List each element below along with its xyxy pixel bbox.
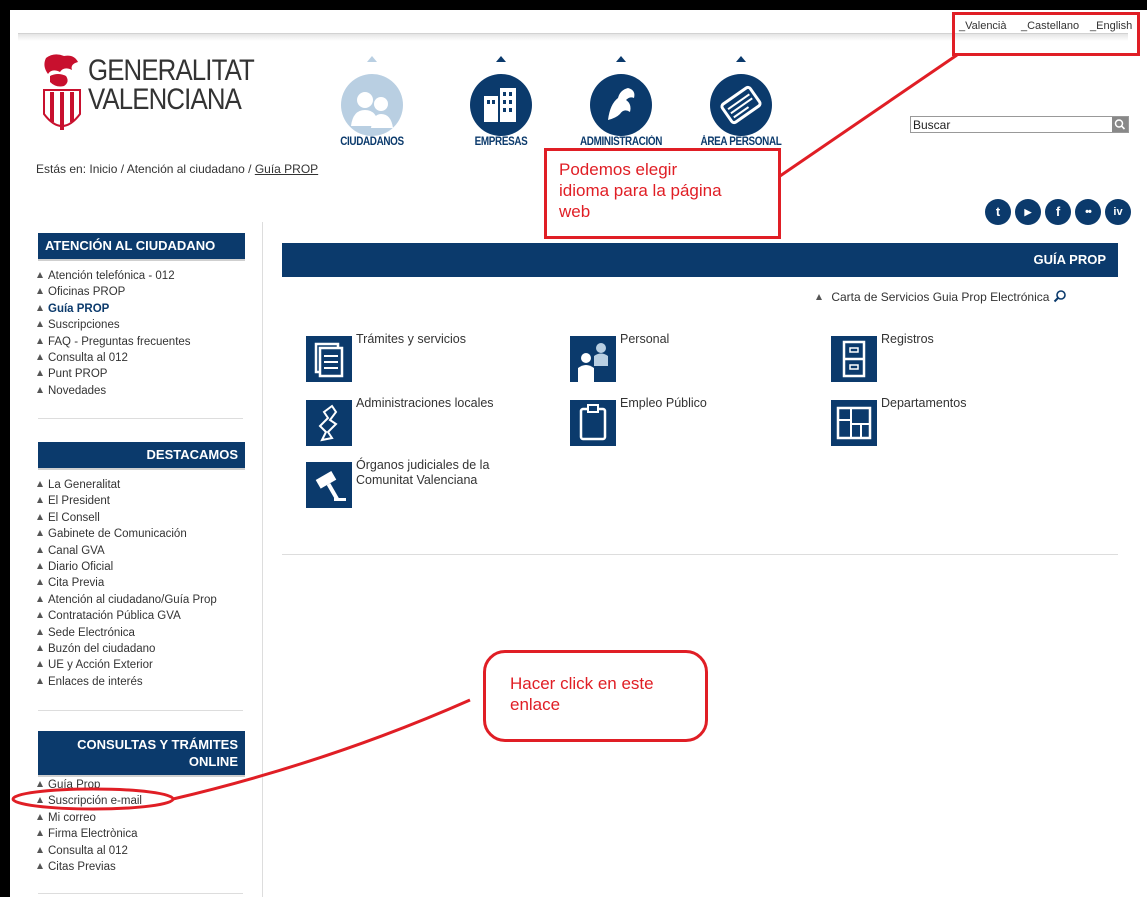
tile-label: Departamentos xyxy=(881,396,967,410)
sidebar-item[interactable]: Novedades xyxy=(37,383,191,399)
nav-label: ADMINISTRACIÓN xyxy=(580,136,662,148)
sidebar-item[interactable]: Consulta al 012 xyxy=(37,350,191,366)
sidebar-item[interactable]: UE y Acción Exterior xyxy=(37,657,217,673)
staff-icon xyxy=(570,336,616,382)
search-button[interactable] xyxy=(1112,117,1128,132)
sidebar-item[interactable]: FAQ - Preguntas frecuentes xyxy=(37,334,191,350)
annotation-language-highlight xyxy=(952,12,1140,56)
sidebar-item[interactable]: Canal GVA xyxy=(37,543,217,559)
sidebar-item[interactable]: Atención telefónica - 012 xyxy=(37,268,191,284)
sidebar-separator xyxy=(38,418,243,419)
tile-label: Registros xyxy=(881,332,934,346)
youtube-icon[interactable]: ▶ xyxy=(1015,199,1041,225)
nav-label: ÁREA PERSONAL xyxy=(700,136,782,148)
caret-up-icon xyxy=(616,56,626,62)
search-box xyxy=(910,116,1129,133)
nav-administracion[interactable]: ADMINISTRACIÓN xyxy=(566,54,676,148)
nav-empresas[interactable]: EMPRESAS xyxy=(446,54,556,148)
coat-of-arms-icon xyxy=(43,54,81,130)
caret-up-icon xyxy=(496,56,506,62)
sidebar-item[interactable]: Sede Electrónica xyxy=(37,625,217,641)
gavel-icon xyxy=(306,462,352,508)
sidebar-item[interactable]: Buzón del ciudadano xyxy=(37,641,217,657)
ivoox-icon[interactable]: iv xyxy=(1105,199,1131,225)
tile-label: Administraciones locales xyxy=(356,396,494,410)
tile-label: Trámites y servicios xyxy=(356,332,466,346)
sidebar-item[interactable]: Contratación Pública GVA xyxy=(37,608,217,624)
region-map-icon xyxy=(306,400,352,446)
breadcrumb-current-link[interactable]: Guía PROP xyxy=(255,162,318,176)
annotation-language-note: Podemos elegir idioma para la página web xyxy=(544,148,781,239)
nav-ciudadanos[interactable]: CIUDADANOS xyxy=(317,54,427,148)
sidebar-title-atencion: ATENCIÓN AL CIUDADANO xyxy=(38,233,245,259)
sidebar-item-active[interactable]: Guía PROP xyxy=(37,301,191,317)
sidebar-divider xyxy=(262,222,263,897)
horse-emblem-icon xyxy=(590,74,652,136)
tile-label: Personal xyxy=(620,332,670,346)
main-title: GUÍA PROP xyxy=(1033,252,1106,267)
clipboard-icon xyxy=(570,400,616,446)
generalitat-logo[interactable]: GENERALITAT VALENCIANA xyxy=(40,52,255,142)
sidebar-list-atencion: Atención telefónica - 012 Oficinas PROP … xyxy=(37,268,191,399)
main-separator xyxy=(282,554,1118,555)
sidebar-item[interactable]: Firma Electrònica xyxy=(37,826,142,842)
sidebar-separator xyxy=(38,893,243,894)
search-icon xyxy=(1114,119,1126,130)
sidebar-item[interactable]: Oficinas PROP xyxy=(37,284,191,300)
sidebar-item-suscripcion-email[interactable]: Suscripción e-mail xyxy=(37,793,142,809)
sidebar-title-consultas: CONSULTAS Y TRÁMITES ONLINE xyxy=(38,731,245,775)
twitter-icon[interactable]: t xyxy=(985,199,1011,225)
citizens-icon xyxy=(341,74,403,136)
magnifier-icon xyxy=(1053,290,1066,303)
sidebar-item[interactable]: Gabinete de Comunicación xyxy=(37,526,217,542)
sidebar-item[interactable]: El President xyxy=(37,493,217,509)
tile-label: Órganos judiciales de la Comunitat Valen… xyxy=(356,458,490,487)
sidebar-item[interactable]: Enlaces de interés xyxy=(37,674,217,690)
carta-servicios-link[interactable]: Carta de Servicios Guia Prop Electrónica xyxy=(816,289,1067,304)
sidebar-separator xyxy=(38,710,243,711)
personal-card-icon xyxy=(710,74,772,136)
nav-label: CIUDADANOS xyxy=(340,136,404,148)
sidebar-item[interactable]: Atención al ciudadano/Guía Prop xyxy=(37,592,217,608)
breadcrumb-path: Estás en: Inicio / Atención al ciudadano… xyxy=(36,162,255,176)
sidebar-list-destacamos: La Generalitat El President El Consell G… xyxy=(37,477,217,690)
floor-plan-icon xyxy=(831,400,877,446)
sidebar-item[interactable]: Consulta al 012 xyxy=(37,843,142,859)
logo-wordmark: GENERALITAT VALENCIANA xyxy=(88,54,255,116)
sidebar-item[interactable]: Mi correo xyxy=(37,810,142,826)
caret-up-icon xyxy=(367,56,377,62)
sidebar-list-consultas: Guía Prop Suscripción e-mail Mi correo F… xyxy=(37,777,142,875)
sidebar-item[interactable]: Citas Previas xyxy=(37,859,142,875)
sidebar-title-destacamos: DESTACAMOS xyxy=(38,442,245,468)
breadcrumb: Estás en: Inicio / Atención al ciudadano… xyxy=(36,162,318,176)
sidebar-item[interactable]: El Consell xyxy=(37,510,217,526)
main-title-bar: GUÍA PROP xyxy=(282,243,1118,277)
sidebar-item[interactable]: Guía Prop xyxy=(37,777,142,793)
annotation-click-note: Hacer click en este enlace xyxy=(483,650,708,742)
facebook-icon[interactable]: f xyxy=(1045,199,1071,225)
search-input[interactable] xyxy=(913,117,1105,132)
flickr-icon[interactable]: •• xyxy=(1075,199,1101,225)
left-frame-bar xyxy=(0,0,10,897)
sidebar-item[interactable]: Diario Oficial xyxy=(37,559,217,575)
top-frame-bar xyxy=(0,0,1147,10)
caret-up-icon xyxy=(736,56,746,62)
nav-label: EMPRESAS xyxy=(474,136,528,148)
nav-area-personal[interactable]: ÁREA PERSONAL xyxy=(686,54,796,148)
sidebar-item[interactable]: La Generalitat xyxy=(37,477,217,493)
sidebar-item[interactable]: Punt PROP xyxy=(37,366,191,382)
filing-cabinet-icon xyxy=(831,336,877,382)
buildings-icon xyxy=(470,74,532,136)
sidebar-item[interactable]: Cita Previa xyxy=(37,575,217,591)
tile-label: Empleo Público xyxy=(620,396,707,410)
sidebar-item[interactable]: Suscripciones xyxy=(37,317,191,333)
documents-icon xyxy=(306,336,352,382)
